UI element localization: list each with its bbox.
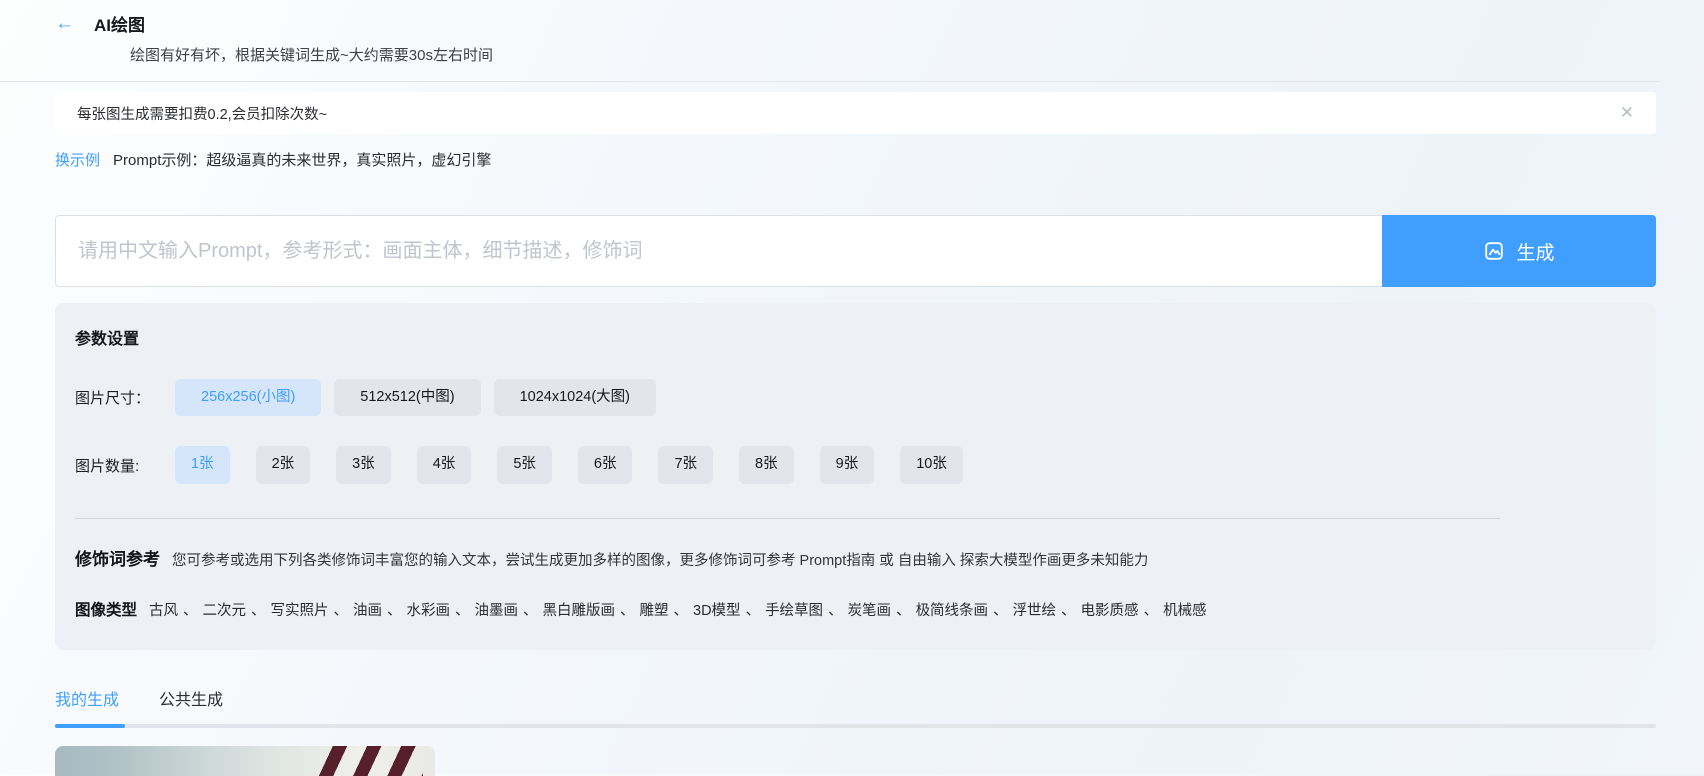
type-separator: 、 — [1144, 603, 1159, 619]
example-row: 换示例 Prompt示例：超级逼真的未来世界，真实照片，虚幻引擎 — [55, 148, 1656, 170]
page-subtitle: 绘图有好有坏，根据关键词生成~大约需要30s左右时间 — [130, 44, 1660, 65]
back-arrow-icon[interactable]: ← — [55, 14, 74, 33]
type-separator: 、 — [1061, 603, 1076, 619]
modifier-title: 修饰词参考 — [75, 545, 160, 570]
image-count-option-3[interactable]: 4张 — [417, 446, 472, 483]
image-type-option-6[interactable]: 黑白雕版画 — [543, 603, 616, 619]
params-title: 参数设置 — [75, 325, 1636, 349]
size-row: 图片尺寸： 256x256(小图) 512x512(中图) 1024x1024(大图… — [75, 379, 1636, 416]
image-size-option-0[interactable]: 256x256(小图) — [175, 379, 321, 416]
type-separator: 、 — [387, 603, 402, 619]
notice-text: 每张图生成需要扣费0.2,会员扣除次数~ — [77, 103, 327, 124]
image-type-option-3[interactable]: 油画 — [353, 603, 382, 619]
image-type-option-13[interactable]: 电影质感 — [1081, 603, 1139, 619]
params-divider — [75, 518, 1500, 519]
image-count-option-5[interactable]: 6张 — [578, 446, 633, 483]
image-count-option-8[interactable]: 9张 — [820, 446, 875, 483]
image-type-option-9[interactable]: 手绘草图 — [765, 603, 823, 619]
image-count-option-7[interactable]: 8张 — [739, 446, 794, 483]
type-separator: 、 — [746, 603, 761, 619]
picture-icon — [1483, 240, 1505, 262]
notice-bar: 每张图生成需要扣费0.2,会员扣除次数~ ✕ — [55, 92, 1656, 134]
tab-my-generations[interactable]: 我的生成 — [55, 686, 119, 724]
type-separator: 、 — [251, 603, 266, 619]
image-type-list: 古风、二次元、写实照片、油画、水彩画、油墨画、黑白雕版画、雕塑、3D模型、手绘草… — [149, 599, 1207, 620]
size-label: 图片尺寸： — [75, 387, 175, 408]
type-separator: 、 — [828, 603, 843, 619]
image-count-option-1[interactable]: 2张 — [256, 446, 311, 483]
example-text: Prompt示例：超级逼真的未来世界，真实照片，虚幻引擎 — [113, 149, 491, 170]
count-row: 图片数量: 1张 2张 3张 4张 5张 6张 7张 8张 9张 10张 — [75, 446, 1636, 483]
size-options: 256x256(小图) 512x512(中图) 1024x1024(大图) — [175, 379, 656, 416]
count-options: 1张 2张 3张 4张 5张 6张 7张 8张 9张 10张 — [175, 446, 963, 483]
image-type-label: 图像类型 — [75, 598, 137, 620]
image-count-option-2[interactable]: 3张 — [336, 446, 391, 483]
generated-image-thumbnail[interactable] — [55, 746, 435, 776]
prompt-input[interactable] — [55, 215, 1382, 287]
prompt-row: 生成 — [55, 215, 1656, 287]
type-separator: 、 — [993, 603, 1008, 619]
image-type-option-4[interactable]: 水彩画 — [407, 603, 451, 619]
image-type-option-1[interactable]: 二次元 — [203, 603, 247, 619]
image-type-option-7[interactable]: 雕塑 — [640, 603, 669, 619]
page-header: ← AI绘图 绘图有好有坏，根据关键词生成~大约需要30s左右时间 — [0, 0, 1660, 82]
type-separator: 、 — [674, 603, 689, 619]
thumbnail-stripes — [313, 746, 423, 776]
image-count-option-4[interactable]: 5张 — [497, 446, 552, 483]
tabs: 我的生成 公共生成 — [55, 686, 1656, 724]
generate-button-label: 生成 — [1516, 238, 1554, 265]
image-type-option-12[interactable]: 浮世绘 — [1013, 603, 1057, 619]
count-label: 图片数量: — [75, 455, 175, 476]
type-separator: 、 — [183, 603, 198, 619]
tab-active-indicator — [55, 724, 125, 728]
type-separator: 、 — [620, 603, 635, 619]
image-type-option-0[interactable]: 古风 — [149, 603, 178, 619]
image-type-option-10[interactable]: 炭笔画 — [848, 603, 892, 619]
main-content: 每张图生成需要扣费0.2,会员扣除次数~ ✕ 换示例 Prompt示例：超级逼真… — [55, 92, 1656, 776]
image-count-option-9[interactable]: 10张 — [900, 446, 963, 483]
tab-public-generations[interactable]: 公共生成 — [159, 686, 223, 724]
type-separator: 、 — [523, 603, 538, 619]
switch-example-link[interactable]: 换示例 — [55, 149, 100, 170]
image-count-option-0[interactable]: 1张 — [175, 446, 230, 483]
modifier-row: 修饰词参考 您可参考或选用下列各类修饰词丰富您的输入文本，尝试生成更加多样的图像… — [75, 545, 1636, 570]
image-size-option-1[interactable]: 512x512(中图) — [334, 379, 480, 416]
image-type-option-11[interactable]: 极简线条画 — [916, 603, 989, 619]
generate-button[interactable]: 生成 — [1382, 215, 1656, 287]
image-type-option-14[interactable]: 机械感 — [1163, 603, 1207, 619]
image-type-row: 图像类型 古风、二次元、写实照片、油画、水彩画、油墨画、黑白雕版画、雕塑、3D模… — [75, 598, 1636, 620]
image-count-option-6[interactable]: 7张 — [658, 446, 713, 483]
image-size-option-2[interactable]: 1024x1024(大图) — [494, 379, 656, 416]
type-separator: 、 — [896, 603, 911, 619]
params-panel: 参数设置 图片尺寸： 256x256(小图) 512x512(中图) 1024x10… — [55, 303, 1656, 650]
image-type-option-5[interactable]: 油墨画 — [475, 603, 519, 619]
image-type-option-8[interactable]: 3D模型 — [693, 603, 741, 619]
type-separator: 、 — [334, 603, 349, 619]
type-separator: 、 — [455, 603, 470, 619]
close-icon[interactable]: ✕ — [1620, 103, 1634, 123]
modifier-description: 您可参考或选用下列各类修饰词丰富您的输入文本，尝试生成更加多样的图像，更多修饰词… — [172, 549, 1148, 570]
page-title: AI绘图 — [94, 11, 145, 36]
image-type-option-2[interactable]: 写实照片 — [271, 603, 329, 619]
tab-underline-track — [55, 724, 1656, 728]
